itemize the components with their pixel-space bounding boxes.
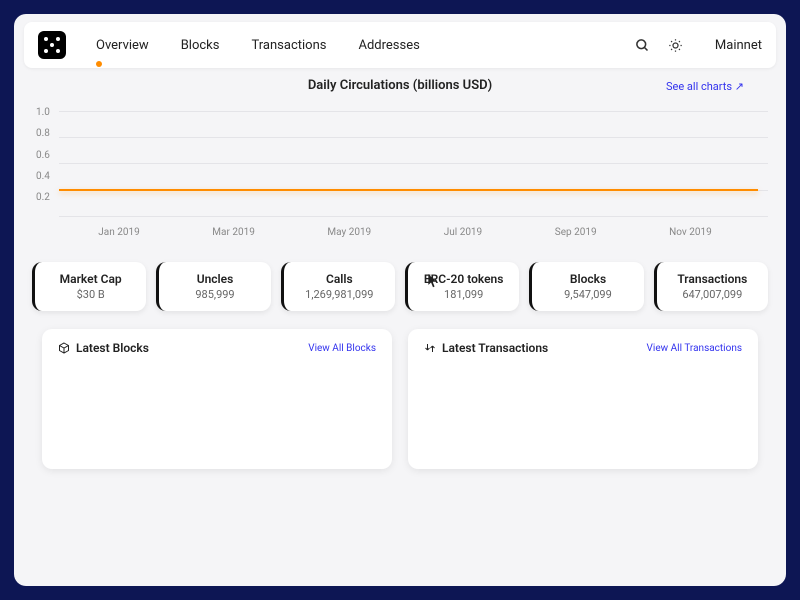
- panels-row: Latest Blocks View All Blocks Latest Tra…: [14, 311, 786, 469]
- cube-icon: [58, 342, 70, 354]
- panel-title: Latest Blocks: [76, 341, 149, 355]
- stat-value: 1,269,981,099: [296, 288, 383, 301]
- x-tick: May 2019: [327, 227, 371, 238]
- grid-line: [59, 216, 768, 217]
- nav-item-addresses[interactable]: Addresses: [358, 38, 419, 53]
- grid-line: [59, 137, 768, 138]
- nav-item-transactions[interactable]: Transactions: [251, 38, 326, 53]
- nav-item-overview[interactable]: Overview: [96, 38, 149, 53]
- stat-card-erc20[interactable]: ERC-20 tokens 181,099: [405, 262, 519, 311]
- x-tick: Nov 2019: [669, 227, 712, 238]
- stat-label: Uncles: [171, 272, 258, 286]
- stat-value: 181,099: [420, 288, 507, 301]
- stat-label: Market Cap: [47, 272, 134, 286]
- panel-header: Latest Transactions View All Transaction…: [424, 341, 742, 355]
- see-all-charts-link[interactable]: See all charts ↗: [666, 80, 744, 93]
- stat-value: 647,007,099: [669, 288, 756, 301]
- panel-latest-transactions: Latest Transactions View All Transaction…: [408, 329, 758, 469]
- stat-label: Transactions: [669, 272, 756, 286]
- stat-label: Blocks: [544, 272, 631, 286]
- view-all-blocks-link[interactable]: View All Blocks: [308, 343, 376, 354]
- x-tick: Jan 2019: [98, 227, 139, 238]
- y-tick: 0.2: [36, 192, 50, 203]
- chart-section: Daily Circulations (billions USD) See al…: [14, 68, 786, 238]
- stat-card-calls[interactable]: Calls 1,269,981,099: [281, 262, 395, 311]
- stat-card-blocks[interactable]: Blocks 9,547,099: [529, 262, 643, 311]
- y-tick: 0.8: [36, 128, 50, 139]
- chart-plot[interactable]: [58, 101, 768, 221]
- nav-right: Mainnet: [635, 38, 762, 53]
- search-icon[interactable]: [635, 38, 650, 53]
- chart-y-axis: 1.0 0.8 0.6 0.4 0.2: [32, 101, 58, 221]
- y-tick: 0.4: [36, 171, 50, 182]
- stat-card-market-cap[interactable]: Market Cap $30 B: [32, 262, 146, 311]
- chart-header: Daily Circulations (billions USD) See al…: [32, 78, 768, 93]
- nav-items: Overview Blocks Transactions Addresses: [96, 38, 635, 53]
- stat-value: $30 B: [47, 288, 134, 301]
- cursor-icon: [428, 274, 438, 288]
- logo[interactable]: [38, 31, 66, 59]
- grid-line: [59, 111, 768, 112]
- chart-title: Daily Circulations (billions USD): [308, 78, 492, 93]
- dice-icon: [44, 37, 60, 53]
- stat-value: 9,547,099: [544, 288, 631, 301]
- stat-card-uncles[interactable]: Uncles 985,999: [156, 262, 270, 311]
- panel-latest-blocks: Latest Blocks View All Blocks: [42, 329, 392, 469]
- chart-area: 1.0 0.8 0.6 0.4 0.2: [32, 101, 768, 221]
- stat-card-transactions[interactable]: Transactions 647,007,099: [654, 262, 768, 311]
- grid-line: [59, 163, 768, 164]
- theme-toggle-icon[interactable]: [668, 38, 683, 53]
- stat-value: 985,999: [171, 288, 258, 301]
- app-container: Overview Blocks Transactions Addresses M…: [14, 14, 786, 586]
- top-nav: Overview Blocks Transactions Addresses M…: [24, 22, 776, 68]
- panel-header: Latest Blocks View All Blocks: [58, 341, 376, 355]
- nav-item-blocks[interactable]: Blocks: [181, 38, 220, 53]
- x-tick: Mar 2019: [212, 227, 255, 238]
- panel-title: Latest Transactions: [442, 341, 548, 355]
- x-tick: Jul 2019: [444, 227, 482, 238]
- stat-label: Calls: [296, 272, 383, 286]
- stats-row: Market Cap $30 B Uncles 985,999 Calls 1,…: [14, 238, 786, 311]
- chart-data-line: [59, 189, 758, 191]
- view-all-transactions-link[interactable]: View All Transactions: [647, 343, 742, 354]
- chart-x-axis: Jan 2019 Mar 2019 May 2019 Jul 2019 Sep …: [32, 221, 768, 238]
- network-selector[interactable]: Mainnet: [715, 38, 762, 53]
- x-tick: Sep 2019: [555, 227, 597, 238]
- y-tick: 0.6: [36, 150, 50, 161]
- y-tick: 1.0: [36, 107, 50, 118]
- transfer-icon: [424, 342, 436, 354]
